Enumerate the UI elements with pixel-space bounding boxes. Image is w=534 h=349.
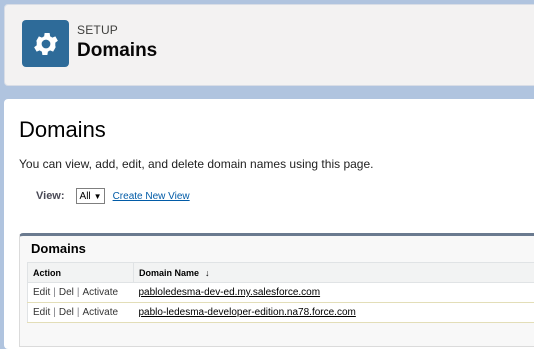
domain-cell: pablo-ledesma-developer-edition.na78.for… (134, 303, 534, 323)
row-actions: Edit|Del|Activate (28, 303, 134, 323)
domains-table: Action Domain Name↓ Edit|Del|Activate pa… (27, 262, 534, 323)
page-description: You can view, add, edit, and delete doma… (19, 157, 373, 171)
delete-link[interactable]: Del (59, 307, 74, 318)
separator: | (77, 287, 80, 298)
dropdown-arrow-icon: ▼ (94, 192, 102, 201)
column-header-domain-name[interactable]: Domain Name ↓ (134, 263, 534, 283)
list-title: Domains (31, 241, 86, 256)
activate-link[interactable]: Activate (82, 307, 118, 318)
sort-arrow-icon: ↓ (205, 268, 210, 278)
delete-link[interactable]: Del (59, 287, 74, 298)
gear-icon (22, 20, 69, 67)
separator: | (53, 307, 56, 318)
view-select-value: All (80, 191, 91, 202)
table-header-row: Action Domain Name ↓ (28, 263, 534, 283)
column-header-label: Action (33, 268, 61, 278)
column-header-label: Domain Name (139, 268, 199, 278)
view-select[interactable]: All ▼ (76, 188, 105, 204)
view-filter: View: All ▼ Create New View (36, 188, 190, 204)
domain-link[interactable]: pablo-ledesma-developer-edition.na78.for… (139, 307, 356, 318)
domains-list: Domains Action Domain Name↓ Edit|Del|Act… (19, 233, 534, 347)
view-label: View: (36, 190, 65, 202)
column-header-action: Action (28, 263, 134, 283)
header-title: Domains (77, 40, 157, 62)
separator: | (53, 287, 56, 298)
domain-link[interactable]: pabloledesma-dev-ed.my.salesforce.com (139, 287, 321, 298)
edit-link[interactable]: Edit (33, 287, 50, 298)
table-row: Edit|Del|Activate pabloledesma-dev-ed.my… (28, 283, 534, 303)
page-title: Domains (19, 117, 106, 143)
domain-cell: pabloledesma-dev-ed.my.salesforce.com (134, 283, 534, 303)
separator: | (77, 307, 80, 318)
row-actions: Edit|Del|Activate (28, 283, 134, 303)
activate-link[interactable]: Activate (82, 287, 118, 298)
create-new-view-link[interactable]: Create New View (113, 191, 190, 202)
page-header: SETUP Domains (4, 4, 534, 86)
edit-link[interactable]: Edit (33, 307, 50, 318)
gear-icon-graphic (31, 29, 61, 59)
main-content: Domains You can view, add, edit, and del… (4, 99, 534, 349)
table-row: Edit|Del|Activate pablo-ledesma-develope… (28, 303, 534, 323)
header-eyebrow: SETUP (77, 23, 118, 37)
